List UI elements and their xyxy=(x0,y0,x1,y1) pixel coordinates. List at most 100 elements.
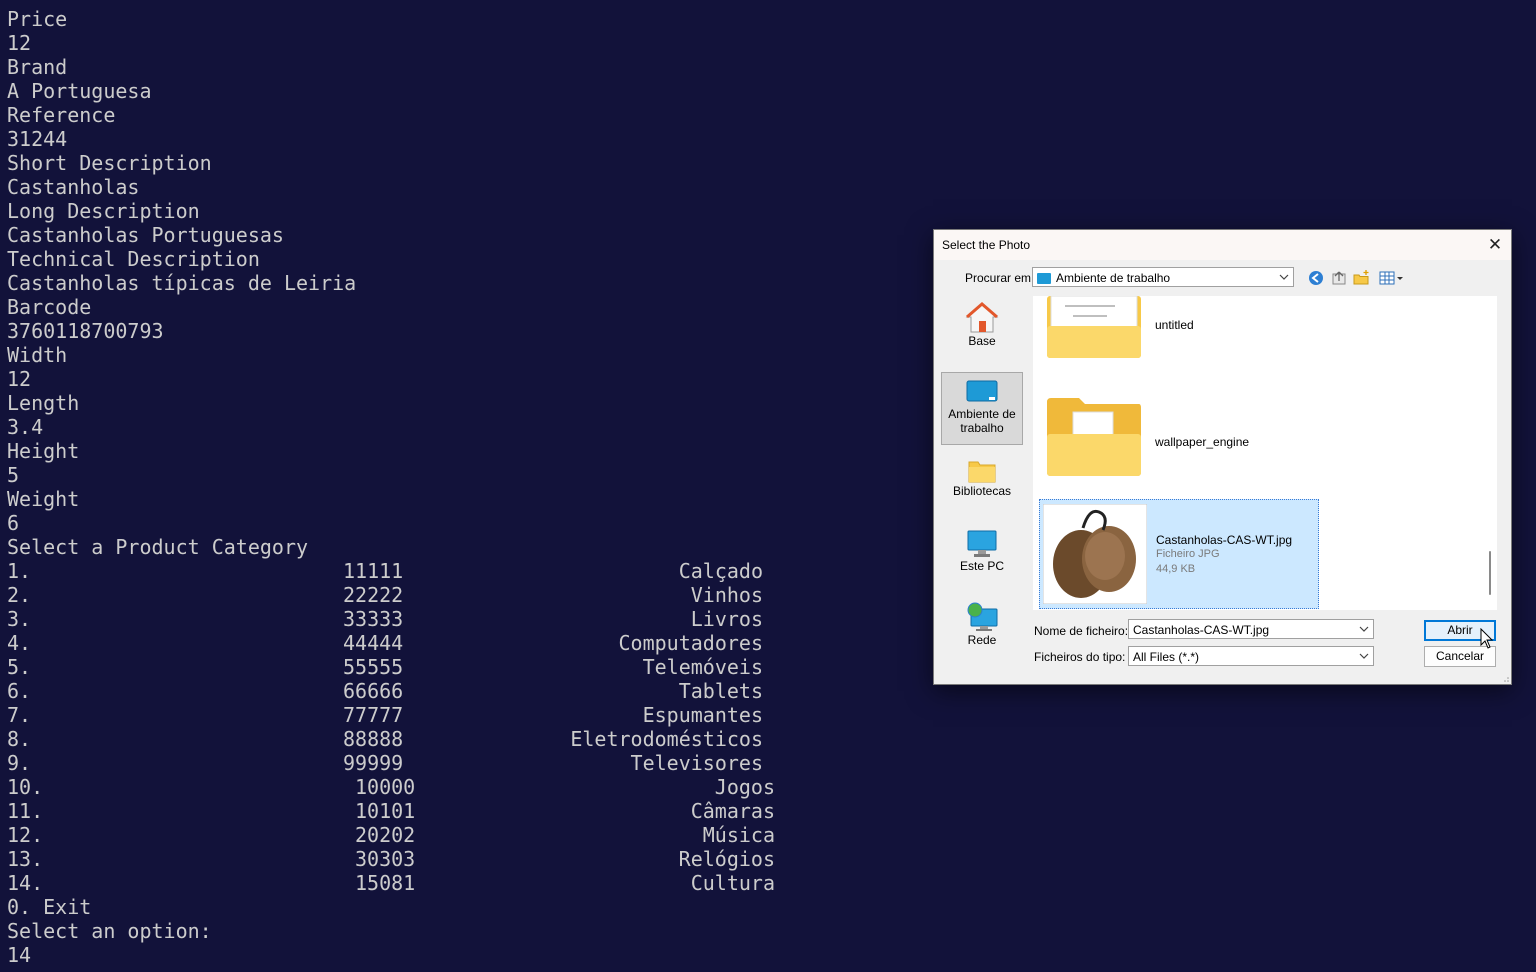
category-number: 5. xyxy=(7,655,32,679)
file-name-label: Nome de ficheiro: xyxy=(1034,624,1129,638)
category-number: 8. xyxy=(7,727,32,751)
resize-grip-icon[interactable] xyxy=(1501,674,1509,682)
category-name: Jogos xyxy=(714,775,775,799)
category-number: 12. xyxy=(7,823,44,847)
place-label: Este PC xyxy=(959,559,1004,573)
terminal-line: Width xyxy=(7,343,68,367)
category-code: 10101 xyxy=(355,799,416,823)
back-icon[interactable] xyxy=(1307,269,1325,287)
category-name: Tablets xyxy=(678,679,763,703)
file-name-value: Castanholas-CAS-WT.jpg xyxy=(1133,623,1270,637)
file-item-untitled[interactable]: untitled xyxy=(1045,296,1345,362)
place-label: Rede xyxy=(967,633,997,647)
file-name: Castanholas-CAS-WT.jpg xyxy=(1156,533,1293,547)
category-row: 3. 33333 Livros xyxy=(7,607,763,631)
place-label: Base xyxy=(968,334,996,348)
terminal-line: 3.4 xyxy=(7,415,44,439)
category-code: 77777 xyxy=(343,703,404,727)
category-row: 9. 99999 Televisores xyxy=(7,751,763,775)
file-list-scrollbar[interactable] xyxy=(1483,296,1497,610)
look-in-value-wrap: Ambiente de trabalho xyxy=(1037,271,1170,285)
category-row: 13. 30303 Relógios xyxy=(7,847,775,871)
place-network[interactable]: Rede xyxy=(941,601,1023,655)
category-name: Música xyxy=(702,823,775,847)
file-type: Ficheiro JPG xyxy=(1156,548,1220,560)
file-type-dropdown[interactable]: All Files (*.*) xyxy=(1128,646,1374,666)
category-row: 7. 77777 Espumantes xyxy=(7,703,763,727)
dialog-titlebar[interactable]: Select the Photo ✕ xyxy=(934,230,1511,260)
terminal-line: Height xyxy=(7,439,80,463)
category-code: 30303 xyxy=(355,847,416,871)
terminal-line: 0. Exit xyxy=(7,895,92,919)
category-number: 1. xyxy=(7,559,32,583)
category-number: 11. xyxy=(7,799,44,823)
category-row: 10. 10000 Jogos xyxy=(7,775,775,799)
category-name: Eletrodomésticos xyxy=(570,727,763,751)
category-number: 13. xyxy=(7,847,44,871)
category-name: Câmaras xyxy=(690,799,775,823)
close-icon[interactable]: ✕ xyxy=(1485,235,1505,255)
category-row: 6. 66666 Tablets xyxy=(7,679,763,703)
new-folder-icon[interactable] xyxy=(1353,269,1371,287)
file-item-castanholas-jpg[interactable]: Castanholas-CAS-WT.jpg Ficheiro JPG 44,9… xyxy=(1039,499,1319,609)
file-type-label: Ficheiros do tipo: xyxy=(1034,650,1126,664)
desktop-icon xyxy=(966,380,998,402)
terminal-line: Castanholas xyxy=(7,175,140,199)
place-desktop[interactable]: Ambiente de trabalho xyxy=(941,372,1023,445)
place-home[interactable]: Base xyxy=(941,302,1023,358)
category-code: 44444 xyxy=(343,631,404,655)
terminal-line: Technical Description xyxy=(7,247,260,271)
file-type-value: All Files (*.*) xyxy=(1133,650,1200,664)
terminal-line: Short Description xyxy=(7,151,212,175)
dialog-title: Select the Photo xyxy=(942,238,1031,252)
file-item-wallpaper-engine[interactable]: wallpaper_engine xyxy=(1045,398,1345,478)
up-folder-icon[interactable] xyxy=(1330,269,1348,287)
terminal-line: Castanholas típicas de Leiria xyxy=(7,271,357,295)
file-size: 44,9 KB xyxy=(1156,563,1196,575)
file-name-input[interactable]: Castanholas-CAS-WT.jpg xyxy=(1128,619,1374,639)
category-number: 2. xyxy=(7,583,32,607)
category-number: 6. xyxy=(7,679,32,703)
category-name: Relógios xyxy=(678,847,775,871)
chevron-down-icon xyxy=(1279,274,1289,280)
terminal-line: Long Description xyxy=(7,199,200,223)
castanets-thumbnail xyxy=(1043,504,1147,604)
category-name: Cultura xyxy=(690,871,775,895)
category-name: Televisores xyxy=(630,751,763,775)
places-bar: Base Ambiente de trabalho Bibliotecas Es… xyxy=(940,296,1028,678)
place-libraries[interactable]: Bibliotecas xyxy=(941,456,1023,506)
terminal-line: 12 xyxy=(7,31,32,55)
category-row: 2. 22222 Vinhos xyxy=(7,583,763,607)
category-number: 14. xyxy=(7,871,44,895)
view-menu-icon[interactable] xyxy=(1378,269,1404,287)
category-number: 4. xyxy=(7,631,32,655)
place-this-pc[interactable]: Este PC xyxy=(941,529,1023,581)
terminal-line: Weight xyxy=(7,487,80,511)
chevron-down-icon[interactable] xyxy=(1358,622,1370,636)
terminal-line: 6 xyxy=(7,511,20,535)
terminal-line: Select a Product Category xyxy=(7,535,309,559)
category-code: 22222 xyxy=(343,583,404,607)
terminal-line: Select an option: xyxy=(7,919,212,943)
category-name: Telemóveis xyxy=(642,655,763,679)
select-photo-dialog: Select the Photo ✕ Procurar em: Ambiente… xyxy=(933,229,1512,685)
libraries-icon xyxy=(968,461,996,483)
category-code: 10000 xyxy=(355,775,416,799)
mouse-cursor-icon xyxy=(1480,628,1494,649)
terminal-input[interactable]: 14 xyxy=(7,943,31,967)
category-name: Computadores xyxy=(618,631,764,655)
category-row: 1. 11111 Calçado xyxy=(7,559,763,583)
computer-icon xyxy=(967,530,997,557)
terminal-line: Reference xyxy=(7,103,116,127)
category-number: 9. xyxy=(7,751,32,775)
category-row: 14. 15081 Cultura xyxy=(7,871,775,895)
look-in-dropdown[interactable]: Ambiente de trabalho xyxy=(1032,267,1294,287)
category-row: 5. 55555 Telemóveis xyxy=(7,655,763,679)
chevron-down-icon xyxy=(1359,653,1369,659)
category-code: 20202 xyxy=(355,823,416,847)
category-code: 11111 xyxy=(343,559,404,583)
scrollbar-thumb[interactable] xyxy=(1489,551,1491,595)
category-code: 15081 xyxy=(355,871,416,895)
category-code: 99999 xyxy=(343,751,404,775)
terminal-line: Barcode xyxy=(7,295,92,319)
